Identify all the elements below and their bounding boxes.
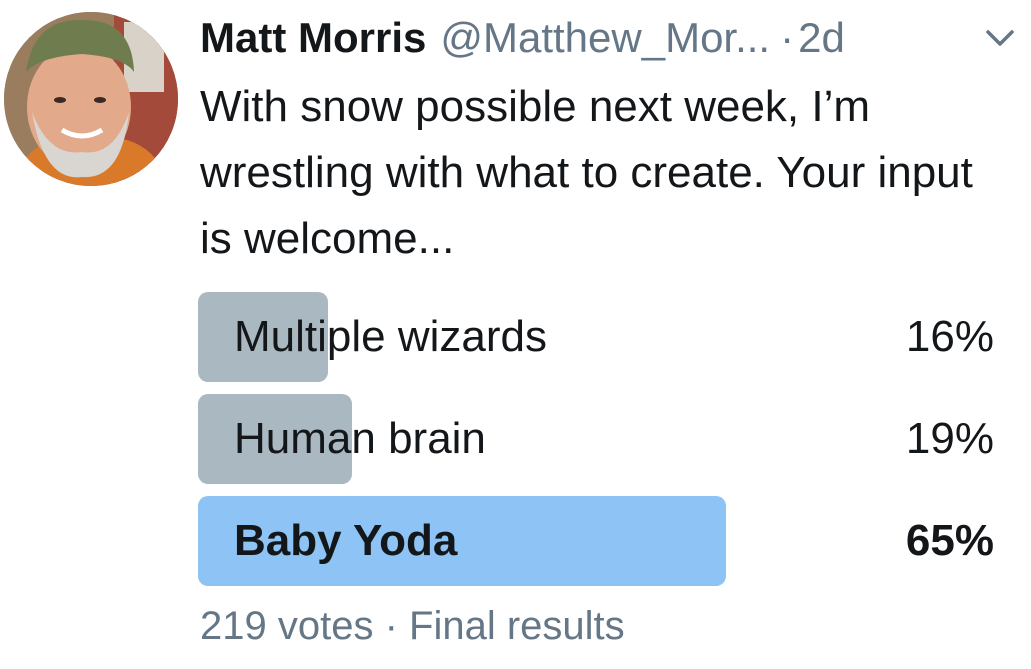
poll-option: Baby Yoda 65% <box>198 496 994 586</box>
poll-option-label: Multiple wizards <box>234 312 547 361</box>
author-handle[interactable]: @Matthew_Mor... <box>440 14 770 62</box>
poll-status: Final results <box>409 604 625 648</box>
poll-option-percent: 19% <box>905 414 994 463</box>
poll-option: Multiple wizards 16% <box>198 292 994 382</box>
meta-separator: · <box>384 604 398 648</box>
avatar[interactable] <box>4 12 178 186</box>
author-name[interactable]: Matt Morris <box>200 14 426 62</box>
chevron-down-icon[interactable] <box>980 18 1020 58</box>
poll-option-percent: 65% <box>905 516 994 565</box>
poll-option-percent: 16% <box>905 312 994 361</box>
poll: Multiple wizards 16% Human brain 19% Baby Yo… <box>198 292 994 598</box>
poll-option-label: Baby Yoda <box>234 516 458 565</box>
poll-meta: 219 votes · Final results <box>200 604 625 649</box>
timestamp[interactable]: 2d <box>798 14 845 62</box>
poll-option-label: Human brain <box>234 414 486 463</box>
tweet-text: With snow possible next week, I’m wrestl… <box>200 82 973 263</box>
poll-option: Human brain 19% <box>198 394 994 484</box>
header-separator: · <box>780 14 795 61</box>
vote-count: 219 votes <box>200 604 374 648</box>
tweet-header: Matt Morris @Matthew_Mor... · 2d <box>200 8 1020 68</box>
